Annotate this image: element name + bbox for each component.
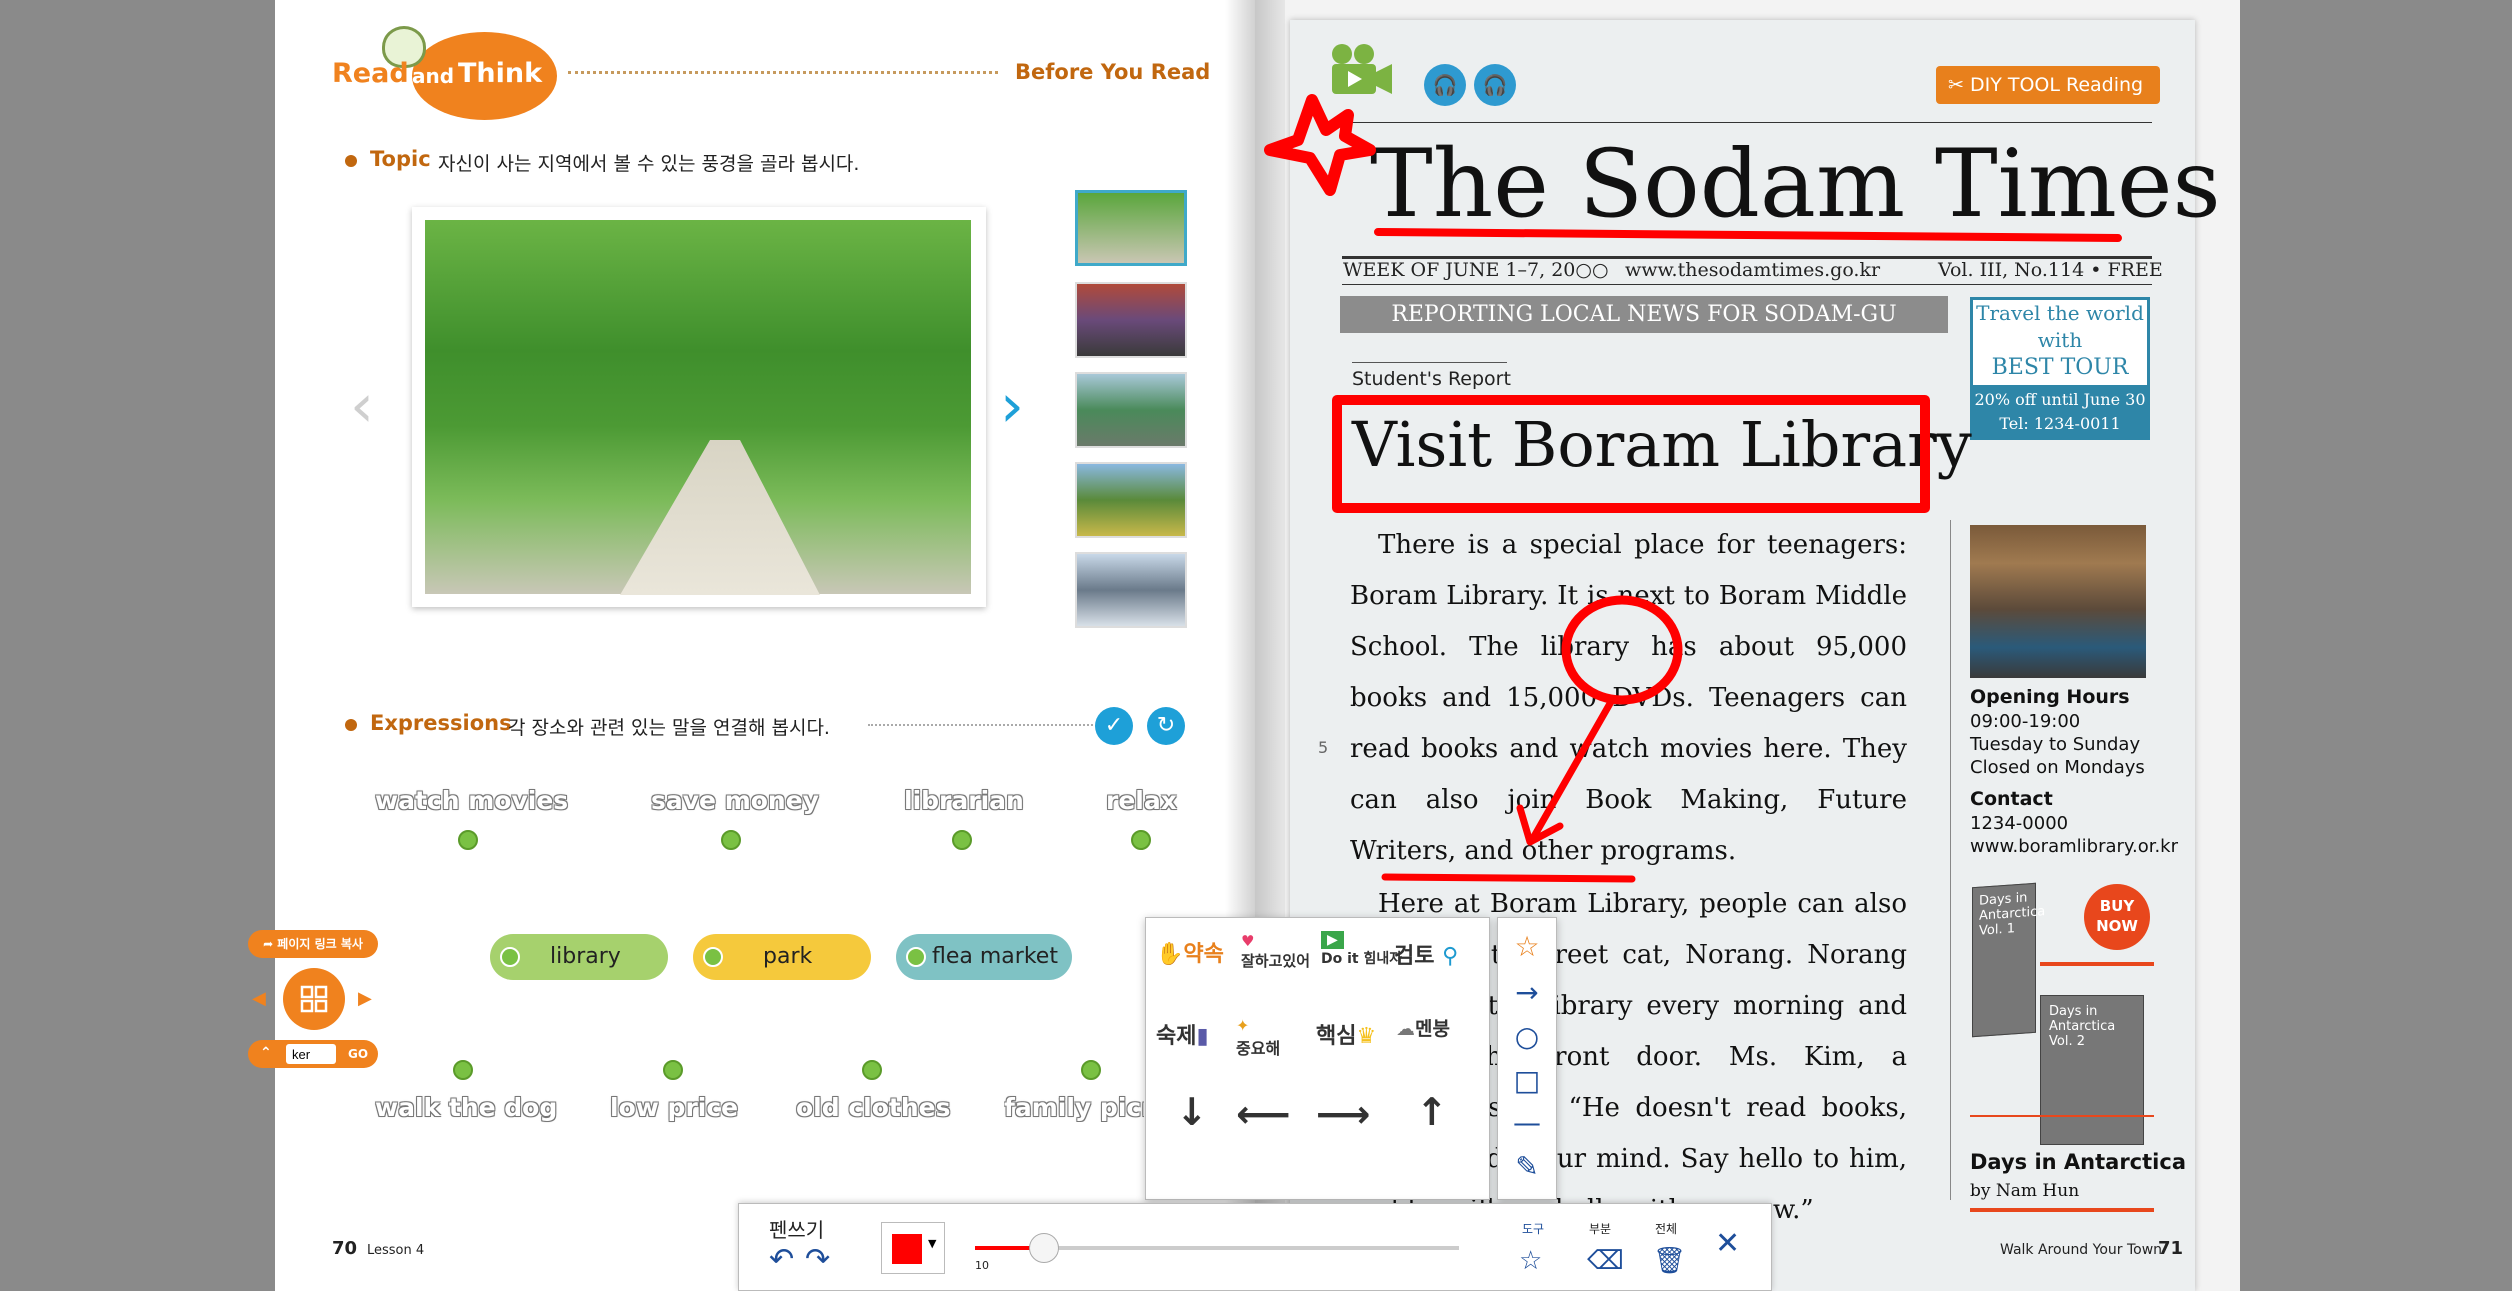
sticker-label: 잘하고있어 [1241,952,1311,970]
color-picker[interactable]: ▼ [881,1222,945,1274]
arrow-shape-icon[interactable]: → [1498,976,1556,1009]
sticker-do-it[interactable]: ▶ Do it 힘내자 [1321,931,1403,968]
sticker-promise[interactable]: ✋약속 [1156,936,1224,968]
thickness-slider[interactable] [975,1233,1459,1263]
color-swatch [892,1234,922,1264]
arrow-annotation [1528,696,1616,844]
sticker-label: 약속 [1183,942,1224,967]
sticker-doing-great[interactable]: ♥ 잘하고있어 [1241,932,1310,971]
close-icon[interactable]: ✕ [1715,1226,1740,1261]
phrase-underline [1381,873,1636,883]
highlighter-icon[interactable]: ✎ [1498,1150,1556,1183]
headline-box [1332,395,1930,513]
sticker-label: 중요해 [1236,1039,1281,1058]
title-underline [1374,228,2122,242]
number-circle [1561,595,1683,705]
sticker-important[interactable]: ✦ 중요해 [1236,1016,1280,1059]
sticker-label: 검토 [1394,944,1435,969]
sticker-review[interactable]: 검토 ⚲ [1394,938,1458,970]
pen-label: 펜쓰기 [769,1218,825,1242]
sticker-label: 멘붕 [1415,1018,1450,1040]
sticker-label: 핵심 [1316,1024,1357,1049]
line-shape-icon[interactable]: — [1498,1106,1556,1139]
sticker-mental-break[interactable]: ☁멘붕 [1396,1014,1450,1041]
thickness-value: 10 [975,1259,989,1272]
thickness-slider-knob[interactable] [1029,1233,1060,1263]
sticker-homework[interactable]: 숙제▮ [1156,1018,1209,1050]
shape-tools: ☆ → ○ □ — ✎ [1497,917,1557,1200]
all-label: 전체 [1655,1222,1678,1236]
star-shape-icon[interactable]: ☆ [1498,930,1556,963]
arrow-down-sticker[interactable]: ↓ [1176,1090,1208,1134]
trash-icon[interactable]: 🗑 [1653,1246,1686,1276]
tool-label: 도구 [1522,1222,1545,1236]
dropdown-arrow-icon: ▼ [928,1237,937,1250]
pen-toolbar: 펜쓰기 ↶ ↷ ▼ 10 도구 ☆ 부분 ⌫ 전체 🗑 ✕ [738,1203,1772,1291]
circle-shape-icon[interactable]: ○ [1498,1020,1556,1053]
square-shape-icon[interactable]: □ [1498,1064,1556,1097]
sticker-key-point[interactable]: 핵심♛ [1316,1018,1376,1050]
undo-icon[interactable]: ↶ [769,1242,794,1277]
eraser-icon[interactable]: ⌫ [1587,1246,1624,1276]
arrow-up-sticker[interactable]: ↑ [1416,1090,1448,1134]
redo-icon[interactable]: ↷ [805,1242,830,1277]
star-tool-icon[interactable]: ☆ [1519,1246,1542,1276]
sticker-label: Do it 힘내자 [1321,951,1403,967]
sticker-palette: ✋약속 ♥ 잘하고있어 ▶ Do it 힘내자 검토 ⚲ 숙제▮ ✦ 중요해 핵심♛ … [1145,917,1490,1200]
arrow-left-sticker[interactable]: ⟵ [1236,1092,1290,1136]
star-annotation [1264,94,1376,196]
sticker-label: 숙제 [1156,1024,1197,1049]
partial-label: 부분 [1589,1222,1612,1236]
arrow-right-sticker[interactable]: ⟶ [1316,1092,1370,1136]
